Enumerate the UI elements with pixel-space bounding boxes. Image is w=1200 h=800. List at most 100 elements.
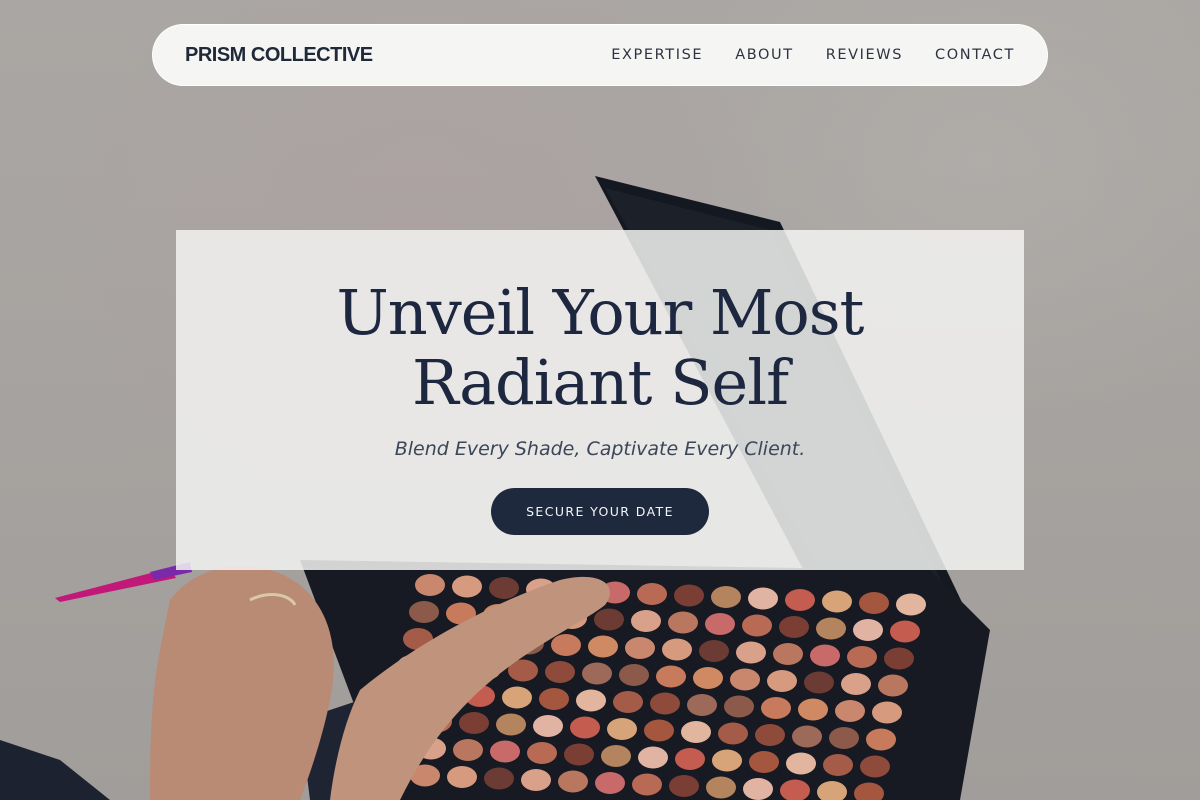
swatch [816, 617, 846, 640]
swatch [551, 634, 581, 656]
swatch [755, 724, 785, 746]
hero-title-line-1: Unveil Your Most [336, 276, 865, 349]
swatch [767, 670, 797, 692]
swatch [804, 671, 834, 694]
swatch [841, 673, 871, 695]
swatch [644, 719, 674, 742]
swatch [823, 754, 853, 776]
swatch [496, 713, 526, 736]
swatch [527, 742, 557, 764]
swatch [662, 638, 692, 661]
swatch [859, 592, 889, 614]
swatch [674, 584, 704, 607]
swatch [785, 589, 815, 611]
swatch [675, 748, 705, 770]
swatch [866, 728, 896, 751]
swatch [631, 610, 661, 632]
swatch [699, 640, 729, 662]
swatch [890, 620, 920, 643]
swatch [748, 587, 778, 610]
swatch [669, 775, 699, 797]
page: PRISM COLLECTIVE EXPERTISE ABOUT REVIEWS… [0, 0, 1200, 800]
swatch [896, 593, 926, 616]
hero-title-line-2: Radiant Self [411, 346, 789, 419]
nav-link-contact[interactable]: CONTACT [935, 47, 1015, 63]
swatch [637, 583, 667, 605]
swatch [749, 751, 779, 773]
swatch [595, 772, 625, 794]
swatch [656, 665, 686, 688]
swatch [860, 755, 890, 778]
swatch [687, 694, 717, 716]
swatch [576, 689, 606, 712]
top-navbar: PRISM COLLECTIVE EXPERTISE ABOUT REVIEWS… [152, 24, 1048, 86]
swatch [792, 725, 822, 748]
swatch [668, 611, 698, 634]
swatch [736, 641, 766, 664]
swatch [502, 686, 532, 709]
hero-card: Unveil Your Most Radiant Self Blend Ever… [176, 230, 1024, 570]
nav-links: EXPERTISE ABOUT REVIEWS CONTACT [611, 47, 1015, 63]
swatch [878, 674, 908, 697]
swatch [607, 718, 637, 740]
swatch [742, 614, 772, 637]
left-hand [150, 565, 334, 800]
swatch [853, 619, 883, 641]
swatch [415, 574, 445, 596]
swatch [613, 691, 643, 713]
hero-title: Unveil Your Most Radiant Self [176, 278, 1024, 418]
swatch [810, 644, 840, 667]
swatch [588, 635, 618, 658]
swatch [601, 745, 631, 767]
swatch [779, 616, 809, 638]
swatch [484, 767, 514, 790]
swatch [730, 668, 760, 691]
swatch [632, 773, 662, 796]
swatch [712, 749, 742, 772]
sleeve [0, 740, 110, 800]
swatch [705, 613, 735, 635]
swatch [582, 662, 612, 685]
swatch [786, 752, 816, 775]
swatch [533, 715, 563, 737]
swatch [539, 688, 569, 710]
swatch [564, 743, 594, 766]
swatch [545, 661, 575, 683]
swatch [594, 608, 624, 631]
swatch [453, 739, 483, 761]
swatch [490, 740, 520, 763]
swatch [447, 766, 477, 788]
swatch [847, 646, 877, 668]
swatch [625, 637, 655, 659]
nav-link-expertise[interactable]: EXPERTISE [611, 47, 703, 63]
swatch [459, 712, 489, 734]
swatch [835, 700, 865, 722]
swatch [773, 643, 803, 665]
swatch [693, 667, 723, 689]
swatch [711, 586, 741, 608]
swatch [884, 647, 914, 670]
swatch [822, 590, 852, 613]
swatch [743, 778, 773, 800]
brand-logo[interactable]: PRISM COLLECTIVE [185, 44, 373, 67]
swatch [650, 692, 680, 715]
swatch [521, 769, 551, 791]
swatch [489, 577, 519, 599]
swatch [798, 698, 828, 721]
swatch [638, 746, 668, 769]
swatch [872, 701, 902, 724]
swatch [724, 695, 754, 718]
swatch [681, 721, 711, 743]
swatch [718, 722, 748, 745]
swatch [452, 575, 482, 598]
nav-link-reviews[interactable]: REVIEWS [826, 47, 903, 63]
swatch [619, 664, 649, 686]
swatch [409, 601, 439, 623]
hero-subtitle: Blend Every Shade, Captivate Every Clien… [394, 438, 806, 460]
nav-link-about[interactable]: ABOUT [735, 47, 794, 63]
secure-date-button[interactable]: SECURE YOUR DATE [491, 488, 709, 535]
swatch [706, 776, 736, 799]
swatch [570, 716, 600, 739]
swatch [761, 697, 791, 719]
swatch [558, 770, 588, 793]
